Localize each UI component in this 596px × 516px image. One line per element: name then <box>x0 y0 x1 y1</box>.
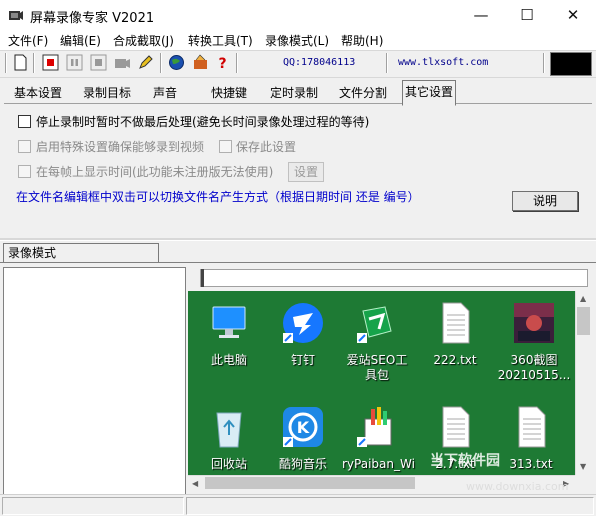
desktop-icon-222-txt[interactable]: 222.txt <box>420 301 490 368</box>
globe-icon[interactable] <box>168 54 185 71</box>
vertical-scroll-thumb[interactable] <box>577 307 590 335</box>
color-preview-box <box>550 52 592 76</box>
tab-timed-record[interactable]: 定时录制 <box>268 82 320 104</box>
camera-app-icon <box>9 11 23 20</box>
minimize-button[interactable]: — <box>458 0 504 30</box>
pen-icon[interactable] <box>137 54 154 71</box>
menu-file[interactable]: 文件(F) <box>8 32 48 49</box>
maximize-button[interactable]: ☐ <box>504 0 550 30</box>
file-list-pane[interactable] <box>3 267 186 495</box>
close-button[interactable]: ✕ <box>550 0 596 30</box>
record-mode-tab[interactable]: 录像模式 <box>3 243 159 262</box>
pause-no-process-label: 停止录制时暂时不做最后处理(避免长时间录像处理过程的等待) <box>36 115 370 129</box>
timeline-slider[interactable] <box>200 269 588 287</box>
scroll-left-arrow-icon[interactable]: ◀ <box>192 479 198 488</box>
watermark-url: www.downxia.com <box>466 480 569 493</box>
status-panel <box>2 497 184 515</box>
show-time-label: 在每帧上显示时间(此功能未注册版无法使用) <box>36 165 274 179</box>
desktop-icon-label: 360截图20210515... <box>497 353 571 382</box>
desktop-icon-paiban[interactable]: ryPaiban_Wi <box>342 405 415 472</box>
menu-edit[interactable]: 编辑(E) <box>60 32 101 49</box>
desktop-icon-label: 酷狗音乐 <box>278 457 327 471</box>
scroll-down-arrow-icon[interactable]: ▼ <box>580 462 586 471</box>
qq-contact: QQ:178046113 <box>283 57 356 68</box>
special-settings-checkbox[interactable] <box>18 140 31 153</box>
menu-record-mode[interactable]: 录像模式(L) <box>265 32 329 49</box>
desktop-icon-label: ryPaiban_Wi <box>342 457 415 471</box>
desktop-icon-this-pc[interactable]: 此电脑 <box>194 301 264 368</box>
desktop-icon-seo-tool[interactable]: 爱站SEO工具包 <box>342 301 412 383</box>
filename-hint-text: 在文件名编辑框中双击可以切换文件名产生方式（根据日期时间 还是 编号） <box>16 190 420 204</box>
tab-hotkeys[interactable]: 快捷键 <box>209 82 249 104</box>
desktop-icon-screenshot[interactable]: 360截图20210515... <box>496 301 572 383</box>
toolbar-separator <box>386 53 388 73</box>
record-icon[interactable] <box>42 54 59 71</box>
menu-compose[interactable]: 合成截取(J) <box>113 32 174 49</box>
svg-text:K: K <box>297 418 310 437</box>
dingtalk-icon <box>283 303 323 343</box>
desktop-icon-label: 钉钉 <box>290 353 315 367</box>
desktop-icon-label: 爱站SEO工具包 <box>346 353 408 382</box>
image-thumbnail-icon <box>514 303 554 343</box>
desktop-icon-label: 222.txt <box>433 353 477 367</box>
partial-icon-edge <box>218 291 258 295</box>
pause-no-process-checkbox[interactable] <box>18 115 31 128</box>
settings-button[interactable]: 设置 <box>288 162 324 182</box>
mode-tab-line <box>0 262 596 263</box>
recycle-bin-icon <box>216 412 242 448</box>
toolbar-separator <box>543 53 545 73</box>
panel-divider <box>0 238 596 241</box>
special-settings-label: 启用特殊设置确保能够录到视频 <box>36 140 205 154</box>
screen-preview[interactable]: 此电脑 钉钉 爱站SEO工具包 222.txt 360截图20210515...… <box>188 291 575 475</box>
camera-icon[interactable] <box>114 54 131 71</box>
tab-record-target[interactable]: 录制目标 <box>81 82 133 104</box>
show-time-checkbox[interactable] <box>18 165 31 178</box>
desktop-icon-kugou[interactable]: K 酷狗音乐 <box>268 405 338 472</box>
menu-convert[interactable]: 转换工具(T) <box>188 32 253 49</box>
tab-sound[interactable]: 声音 <box>151 82 179 104</box>
scroll-up-arrow-icon[interactable]: ▲ <box>580 294 586 303</box>
text-file-icon <box>442 406 470 448</box>
explain-button[interactable]: 说明 <box>512 191 578 211</box>
menu-help[interactable]: 帮助(H) <box>341 32 383 49</box>
tools-icon[interactable] <box>192 54 209 71</box>
new-file-icon[interactable] <box>12 54 29 71</box>
toolbar-separator <box>160 53 162 73</box>
toolbar-separator <box>33 53 35 73</box>
tab-strip-line <box>4 103 592 104</box>
desktop-icon-313-txt[interactable]: 313.txt <box>496 405 566 472</box>
computer-icon <box>212 306 246 338</box>
timeline-slider-handle[interactable] <box>201 269 204 287</box>
save-settings-checkbox[interactable] <box>219 140 232 153</box>
text-file-icon <box>518 406 546 448</box>
horizontal-scroll-thumb[interactable] <box>205 477 415 489</box>
toolbar-separator <box>236 53 238 73</box>
toolbar-separator <box>5 53 7 73</box>
website-link[interactable]: www.tlxsoft.com <box>398 57 488 68</box>
status-panel <box>186 497 594 515</box>
pause-icon[interactable] <box>66 54 83 71</box>
kugou-icon: K <box>283 407 323 447</box>
watermark-brand: 当下软件园 <box>430 453 500 469</box>
tab-other-settings[interactable]: 其它设置 <box>402 80 457 106</box>
window-title: 屏幕录像专家 V2021 <box>30 11 155 26</box>
seo-tool-icon <box>357 306 392 343</box>
save-settings-label: 保存此设置 <box>236 140 297 154</box>
desktop-icon-recycle-bin[interactable]: 回收站 <box>194 405 264 472</box>
desktop-icon-dingtalk[interactable]: 钉钉 <box>268 301 338 368</box>
desktop-icon-label: 此电脑 <box>210 353 247 367</box>
tab-basic-settings[interactable]: 基本设置 <box>12 82 64 104</box>
help-icon[interactable]: ? <box>214 54 231 71</box>
paiban-icon <box>357 407 392 447</box>
text-file-icon <box>442 302 470 344</box>
desktop-icon-label: 313.txt <box>509 457 553 471</box>
desktop-icon-label: 回收站 <box>210 457 247 471</box>
stop-icon[interactable] <box>90 54 107 71</box>
svg-text:?: ? <box>218 56 226 71</box>
tab-file-split[interactable]: 文件分割 <box>337 82 389 104</box>
